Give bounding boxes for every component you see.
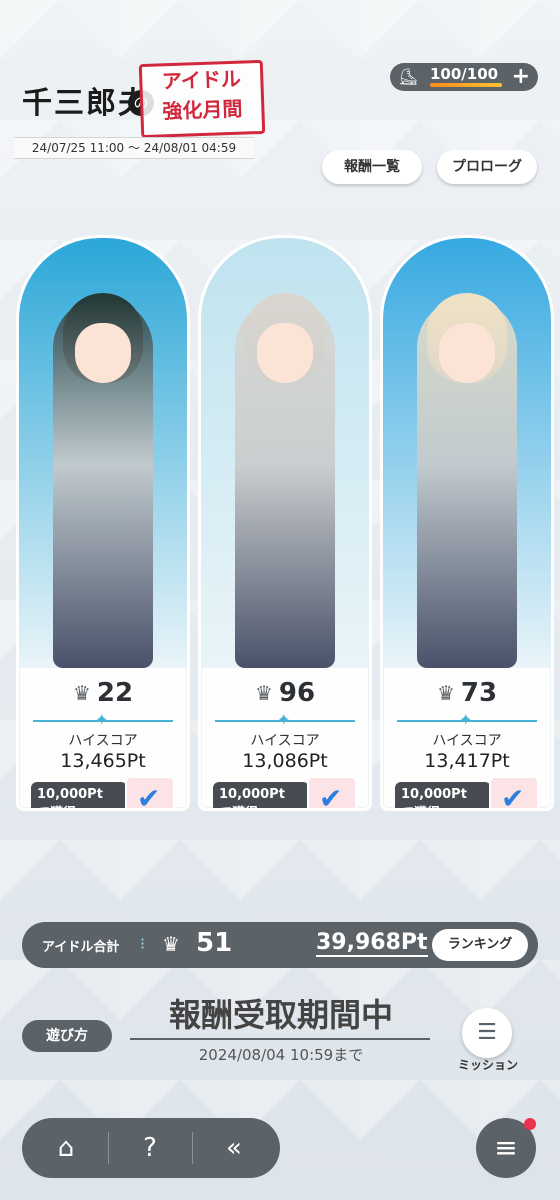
checklist-icon[interactable]: ☰	[462, 1008, 512, 1058]
boot-icon: ⛸	[398, 67, 419, 86]
reward-condition: 10,000Pt で獲得	[213, 782, 309, 808]
reward-threshold: 10,000Pt	[219, 787, 285, 802]
crown-icon: ♛	[436, 681, 455, 705]
status-divider	[130, 1038, 430, 1040]
status-until: 2024/08/04 10:59まで	[198, 1046, 364, 1064]
idol-portrait	[19, 238, 187, 668]
idol-face	[257, 323, 313, 383]
highscore-label: ハイスコア	[250, 733, 320, 749]
idol-card[interactable]: ♛22 ✦ ハイスコア 13,465Pt 10,000Pt で獲得 ✔	[16, 235, 190, 811]
sparkle-icon: ✦	[277, 710, 291, 729]
reward-condition: 10,000Pt で獲得	[31, 782, 127, 808]
sparkle-icon: ✦	[459, 710, 473, 729]
bottom-nav: ⌂ ? «	[22, 1118, 280, 1178]
idol-card[interactable]: ♛73 ✦ ハイスコア 13,417Pt 10,000Pt で獲得 ✔	[380, 235, 554, 811]
help-icon[interactable]: ?	[130, 1128, 170, 1168]
idol-card[interactable]: ♛96 ✦ ハイスコア 13,086Pt 10,000Pt で獲得 ✔	[198, 235, 372, 811]
idol-portrait	[201, 238, 369, 668]
highscore-value: 13,086Pt	[242, 750, 328, 772]
idol-rank-row: ♛ 96	[201, 678, 369, 708]
reward-condition: 10,000Pt で獲得	[395, 782, 491, 808]
nav-divider	[192, 1132, 193, 1164]
highscore-value: 13,465Pt	[60, 750, 146, 772]
reward-obtain: で獲得	[37, 804, 127, 808]
stamp-line1: アイドル	[161, 66, 242, 94]
stamina-gauge[interactable]: ⛸ 100/100 +	[390, 63, 538, 91]
check-icon: ✔	[319, 782, 343, 811]
plus-icon[interactable]: +	[512, 64, 530, 89]
event-period: 24/07/25 11:00 ～ 24/08/01 04:59	[14, 137, 254, 159]
idol-face	[439, 323, 495, 383]
idol-total-label: アイドル合計	[42, 940, 120, 955]
reward-threshold: 10,000Pt	[37, 787, 103, 802]
reward-obtain: で獲得	[219, 804, 309, 808]
idol-rank: 96	[278, 678, 316, 708]
idol-total-rank: 51	[196, 928, 233, 958]
stamina-value: 100/100	[430, 65, 499, 83]
stamp-line2: 強化月間	[161, 96, 243, 124]
crown-icon: ♛	[162, 932, 180, 956]
idol-rank-row: ♛ 73	[383, 678, 551, 708]
crown-icon: ♛	[254, 681, 273, 705]
back-icon[interactable]: «	[214, 1128, 254, 1168]
stamina-bar	[430, 83, 502, 87]
stamina-bar-fill	[430, 83, 502, 87]
check-icon: ✔	[501, 782, 525, 811]
status-title: 報酬受取期間中	[168, 996, 393, 1034]
highscore-label: ハイスコア	[432, 733, 502, 749]
nav-divider	[108, 1132, 109, 1164]
idol-rank-row: ♛ 22	[19, 678, 187, 708]
home-icon[interactable]: ⌂	[46, 1128, 86, 1168]
idol-rank: 73	[460, 678, 498, 708]
check-icon: ✔	[137, 782, 161, 811]
highscore-label: ハイスコア	[68, 733, 138, 749]
separator-icon: ⁝	[140, 934, 146, 953]
event-stamp: アイドル 強化月間	[138, 59, 266, 139]
idol-portrait	[383, 238, 551, 668]
prologue-button[interactable]: プロローグ	[437, 150, 537, 184]
mission-label[interactable]: ミッション	[446, 1056, 530, 1073]
sparkle-icon: ✦	[95, 710, 109, 729]
reward-threshold: 10,000Pt	[401, 787, 467, 802]
idol-total-bar: アイドル合計 ⁝ ♛ 51 39,968Pt ランキング	[22, 922, 538, 968]
idol-total-points: 39,968Pt	[316, 930, 428, 957]
highscore-value: 13,417Pt	[424, 750, 510, 772]
idol-face	[75, 323, 131, 383]
rewards-list-button[interactable]: 報酬一覧	[322, 150, 422, 184]
howto-button[interactable]: 遊び方	[22, 1020, 112, 1052]
notification-dot	[524, 1118, 536, 1130]
reward-obtain: で獲得	[401, 804, 491, 808]
ranking-button[interactable]: ランキング	[432, 929, 528, 961]
crown-icon: ♛	[72, 681, 91, 705]
idol-rank: 22	[96, 678, 134, 708]
